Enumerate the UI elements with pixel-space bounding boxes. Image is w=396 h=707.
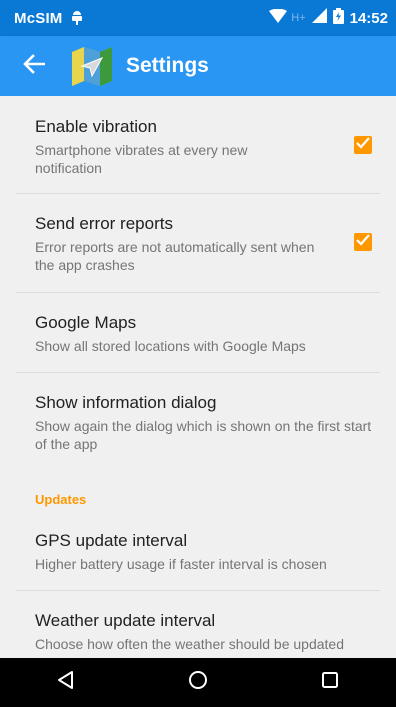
pref-gps-update-interval[interactable]: GPS update interval Higher battery usage… [0, 530, 396, 573]
pref-title: Weather update interval [35, 611, 216, 630]
pref-summary: Choose how often the weather should be u… [35, 636, 345, 652]
pref-summary: Higher battery usage if faster interval … [35, 556, 327, 572]
app-bar: Settings [0, 36, 396, 96]
divider [16, 372, 380, 373]
clock: 14:52 [349, 9, 388, 27]
divider [16, 590, 380, 591]
settings-list[interactable]: Enable vibration Smartphone vibrates at … [0, 96, 396, 658]
pref-title: Send error reports [35, 214, 173, 233]
pref-summary: Show all stored locations with Google Ma… [35, 338, 306, 354]
divider [16, 193, 380, 194]
checkmark-icon [356, 233, 370, 251]
pref-weather-update-interval[interactable]: Weather update interval Choose how often… [0, 610, 396, 653]
arrow-back-icon [23, 53, 46, 79]
square-recents-icon [321, 671, 339, 694]
pref-title: Enable vibration [35, 117, 157, 136]
pref-show-information-dialog[interactable]: Show information dialog Show again the d… [0, 392, 396, 453]
circle-home-icon [188, 670, 208, 695]
network-type: H+ [291, 12, 306, 24]
battery-icon [332, 7, 344, 29]
divider [16, 292, 380, 293]
status-icons: H+ 14:52 [269, 7, 388, 29]
nav-back-button[interactable] [36, 658, 96, 707]
pref-enable-vibration[interactable]: Enable vibration Smartphone vibrates at … [0, 116, 396, 177]
triangle-back-icon [56, 670, 76, 695]
pref-title: GPS update interval [35, 531, 188, 550]
checkmark-icon [356, 136, 370, 154]
app-title: Settings [126, 54, 209, 77]
pref-summary: Show again the dialog which is shown on … [35, 418, 372, 452]
error-reports-checkbox[interactable] [354, 233, 372, 251]
nav-home-button[interactable] [168, 658, 228, 707]
map-app-logo-icon [70, 44, 114, 88]
pref-send-error-reports[interactable]: Send error reports Error reports are not… [0, 213, 396, 274]
nav-recents-button[interactable] [300, 658, 360, 707]
status-bar: McSIM H+ 14:52 [0, 0, 396, 36]
back-button[interactable] [12, 44, 56, 88]
category-updates: Updates [35, 492, 87, 507]
wifi-icon [269, 8, 288, 28]
android-debug-icon [71, 10, 83, 26]
pref-summary: Smartphone vibrates at every new notific… [35, 142, 248, 176]
carrier-name: McSIM [14, 9, 63, 27]
pref-summary: Error reports are not automatically sent… [35, 239, 315, 273]
pref-google-maps[interactable]: Google Maps Show all stored locations wi… [0, 312, 396, 355]
signal-icon [311, 8, 327, 28]
pref-title: Show information dialog [35, 393, 217, 412]
navigation-bar [0, 658, 396, 707]
vibration-checkbox[interactable] [354, 136, 372, 154]
pref-title: Google Maps [35, 313, 137, 332]
